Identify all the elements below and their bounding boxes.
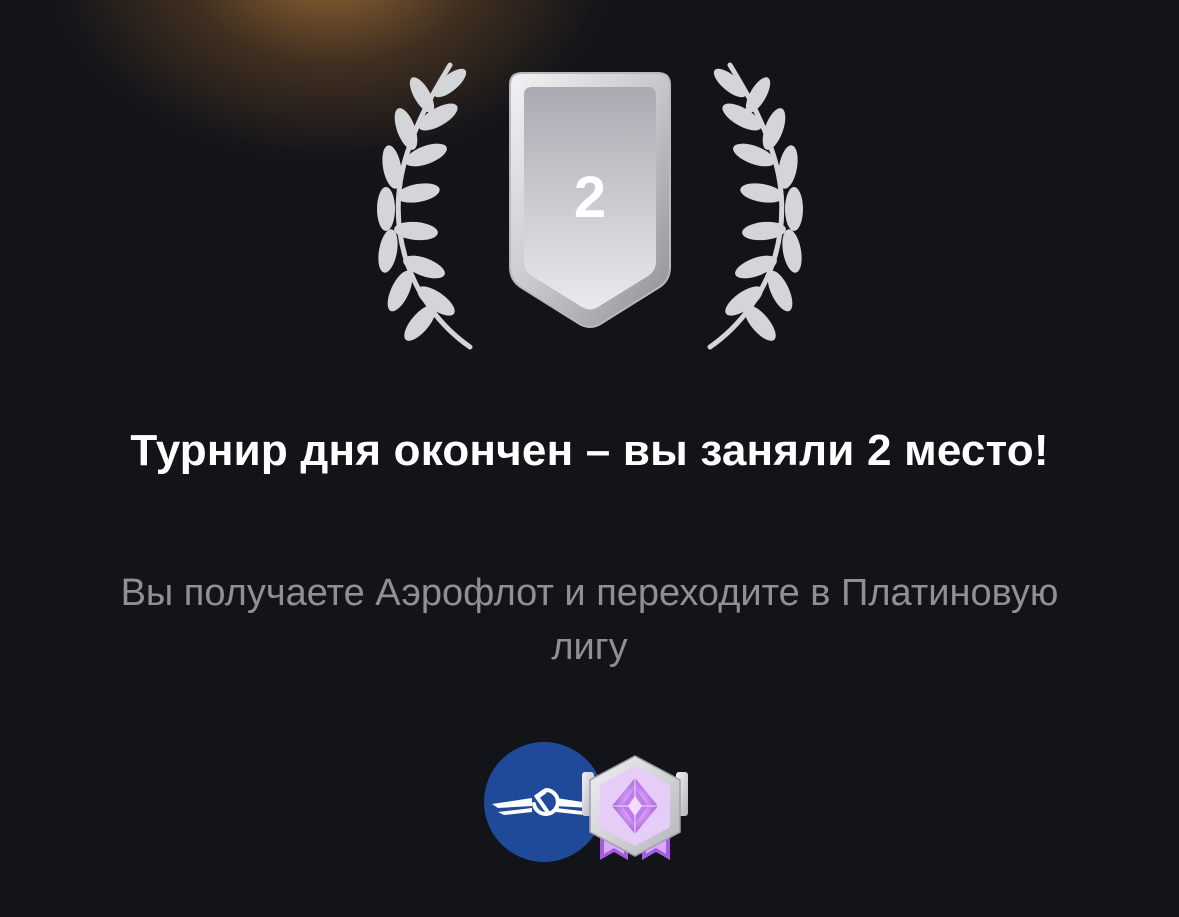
rewards-row: [484, 742, 704, 866]
laurel-shield-graphic: 2: [377, 62, 803, 350]
left-laurel-icon: [377, 62, 473, 350]
tournament-result-screen: 2 Турнир дня окончен – вы заняли 2 место…: [0, 0, 1179, 917]
result-subtitle: Вы получаете Аэрофлот и переходите в Пла…: [120, 572, 1059, 668]
place-number: 2: [574, 165, 606, 230]
result-title: Турнир дня окончен – вы заняли 2 место!: [130, 426, 1049, 475]
second-place-award: 2: [350, 55, 830, 355]
platinum-league-badge-icon: [580, 754, 690, 866]
right-laurel-icon: [707, 62, 803, 350]
